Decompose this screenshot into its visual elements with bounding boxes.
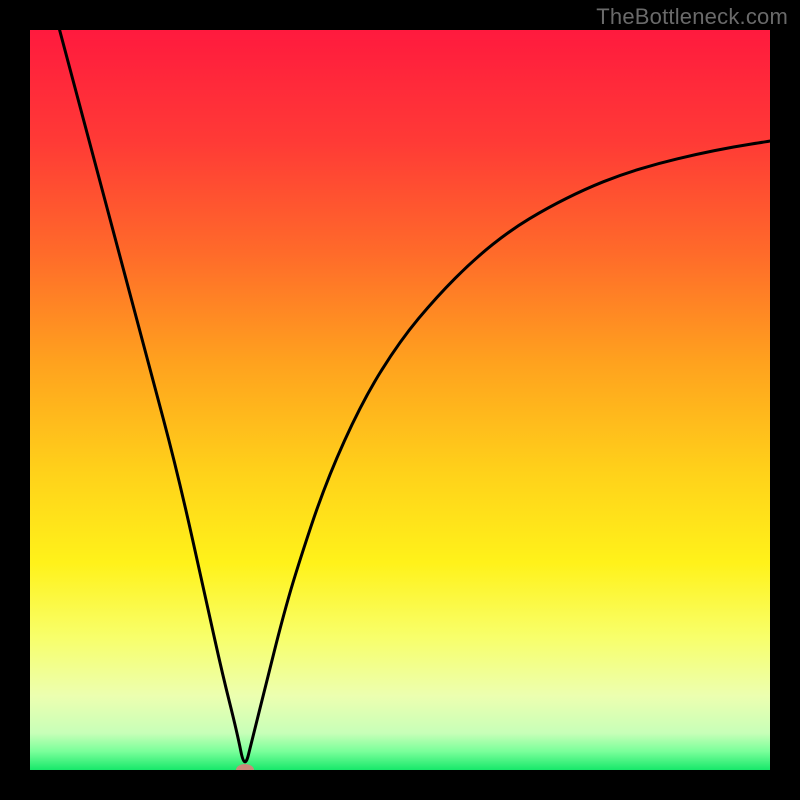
bottleneck-curve	[30, 30, 770, 770]
chart-frame: TheBottleneck.com	[0, 0, 800, 800]
plot-area	[30, 30, 770, 770]
optimal-point-marker	[236, 764, 254, 770]
watermark-label: TheBottleneck.com	[596, 4, 788, 30]
